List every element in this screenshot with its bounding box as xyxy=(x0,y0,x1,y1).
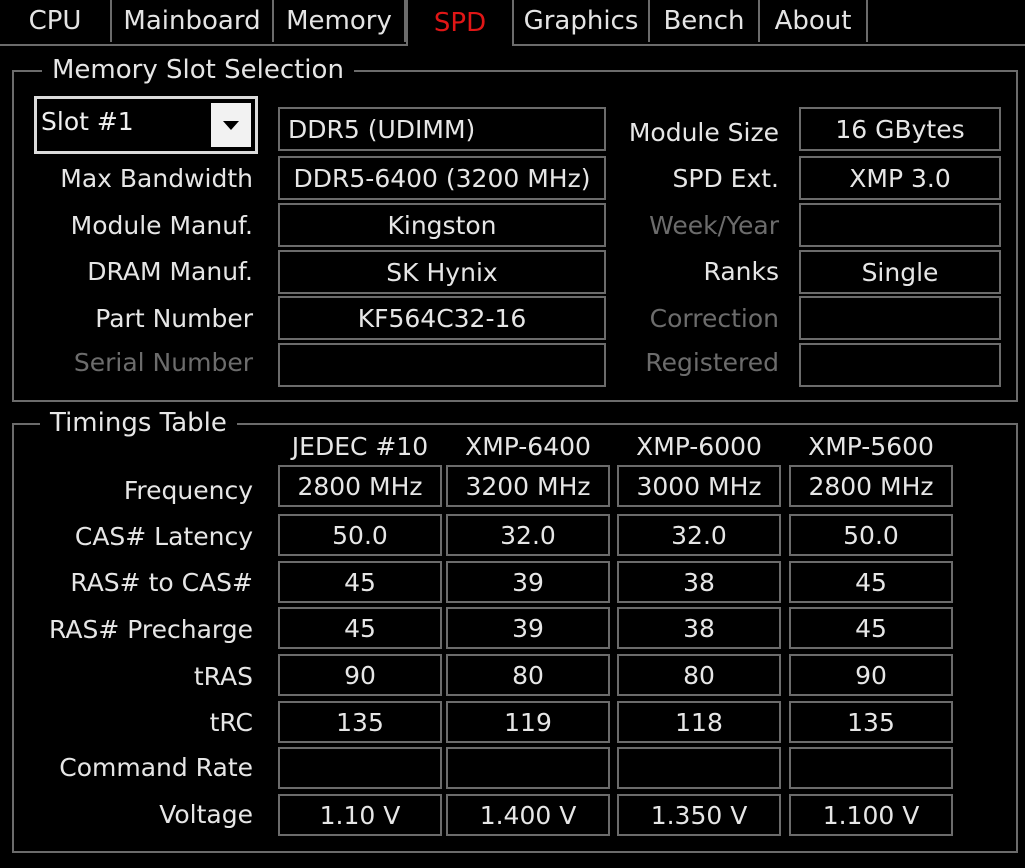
timings-cell: 1.400 V xyxy=(446,794,610,836)
timings-column-header: XMP-6400 xyxy=(465,432,591,461)
timings-cell: 90 xyxy=(789,654,953,696)
dram-manuf-label: DRAM Manuf. xyxy=(87,257,253,286)
correction-label: Correction xyxy=(649,304,779,333)
part-number-value: KF564C32-16 xyxy=(278,296,606,340)
slot-select-value: Slot #1 xyxy=(41,107,134,136)
timings-cell: 32.0 xyxy=(446,514,610,556)
timings-cell: 32.0 xyxy=(617,514,781,556)
timings-row-label: RAS# Precharge xyxy=(49,615,253,644)
timings-cell: 80 xyxy=(617,654,781,696)
timings-cell: 118 xyxy=(617,701,781,743)
module-manuf-value: Kingston xyxy=(278,203,606,247)
timings-cell: 135 xyxy=(278,701,442,743)
timings-row-label: tRAS xyxy=(193,662,253,691)
timings-cell: 135 xyxy=(789,701,953,743)
timings-column-header: XMP-5600 xyxy=(808,432,934,461)
timings-row-label: Frequency xyxy=(123,476,253,505)
timings-column-header: JEDEC #10 xyxy=(291,432,429,461)
spd-ext-label: SPD Ext. xyxy=(672,164,779,193)
timings-cell: 45 xyxy=(789,607,953,649)
registered-value xyxy=(799,343,1001,387)
memory-slot-selection-title: Memory Slot Selection xyxy=(42,55,354,85)
timings-cell: 2800 MHz xyxy=(278,465,442,507)
timings-cell: 38 xyxy=(617,561,781,603)
timings-row-label: CAS# Latency xyxy=(74,522,253,551)
tab-spd[interactable]: SPD xyxy=(406,0,514,46)
timings-cell: 3000 MHz xyxy=(617,465,781,507)
memory-type-value: DDR5 (UDIMM) xyxy=(278,107,606,151)
max-bandwidth-label: Max Bandwidth xyxy=(60,164,253,193)
timings-column-header: XMP-6000 xyxy=(636,432,762,461)
timings-cell: 119 xyxy=(446,701,610,743)
timings-cell xyxy=(446,747,610,789)
timings-cell: 80 xyxy=(446,654,610,696)
tab-graphics[interactable]: Graphics xyxy=(514,0,650,42)
timings-cell: 45 xyxy=(789,561,953,603)
serial-number-label: Serial Number xyxy=(73,348,253,377)
tab-cpu[interactable]: CPU xyxy=(0,0,112,42)
tab-about[interactable]: About xyxy=(760,0,868,42)
slot-select-dropdown-button[interactable] xyxy=(211,103,251,147)
timings-cell: 90 xyxy=(278,654,442,696)
week-year-label: Week/Year xyxy=(649,211,779,240)
timings-cell: 39 xyxy=(446,561,610,603)
timings-cell: 2800 MHz xyxy=(789,465,953,507)
slot-select[interactable]: Slot #1 xyxy=(34,96,258,154)
module-size-label: Module Size xyxy=(628,118,779,147)
timings-cell: 45 xyxy=(278,607,442,649)
timings-cell xyxy=(789,747,953,789)
timings-cell: 50.0 xyxy=(789,514,953,556)
serial-number-value xyxy=(278,343,606,387)
tab-mainboard[interactable]: Mainboard xyxy=(112,0,274,42)
timings-cell: 1.100 V xyxy=(789,794,953,836)
tab-memory[interactable]: Memory xyxy=(274,0,406,42)
ranks-value: Single xyxy=(799,250,1001,294)
timings-row-label: RAS# to CAS# xyxy=(70,568,253,597)
timings-cell: 3200 MHz xyxy=(446,465,610,507)
timings-cell xyxy=(617,747,781,789)
timings-table-title: Timings Table xyxy=(40,408,237,438)
timings-cell: 50.0 xyxy=(278,514,442,556)
tab-bar: CPU Mainboard Memory SPD Graphics Bench … xyxy=(0,0,1025,46)
module-manuf-label: Module Manuf. xyxy=(70,211,253,240)
timings-cell: 1.10 V xyxy=(278,794,442,836)
timings-cell: 39 xyxy=(446,607,610,649)
spd-ext-value: XMP 3.0 xyxy=(799,156,1001,200)
max-bandwidth-value: DDR5-6400 (3200 MHz) xyxy=(278,156,606,200)
correction-value xyxy=(799,296,1001,340)
ranks-label: Ranks xyxy=(703,257,780,286)
registered-label: Registered xyxy=(645,348,779,377)
timings-cell xyxy=(278,747,442,789)
timings-cell: 45 xyxy=(278,561,442,603)
dram-manuf-value: SK Hynix xyxy=(278,250,606,294)
timings-row-label: tRC xyxy=(209,708,253,737)
part-number-label: Part Number xyxy=(95,304,253,333)
tab-bench[interactable]: Bench xyxy=(650,0,760,42)
week-year-value xyxy=(799,203,1001,247)
timings-row-label: Voltage xyxy=(159,800,253,829)
module-size-value: 16 GBytes xyxy=(799,107,1001,151)
timings-cell: 38 xyxy=(617,607,781,649)
chevron-down-icon xyxy=(223,120,239,130)
timings-cell: 1.350 V xyxy=(617,794,781,836)
timings-row-label: Command Rate xyxy=(59,753,253,782)
